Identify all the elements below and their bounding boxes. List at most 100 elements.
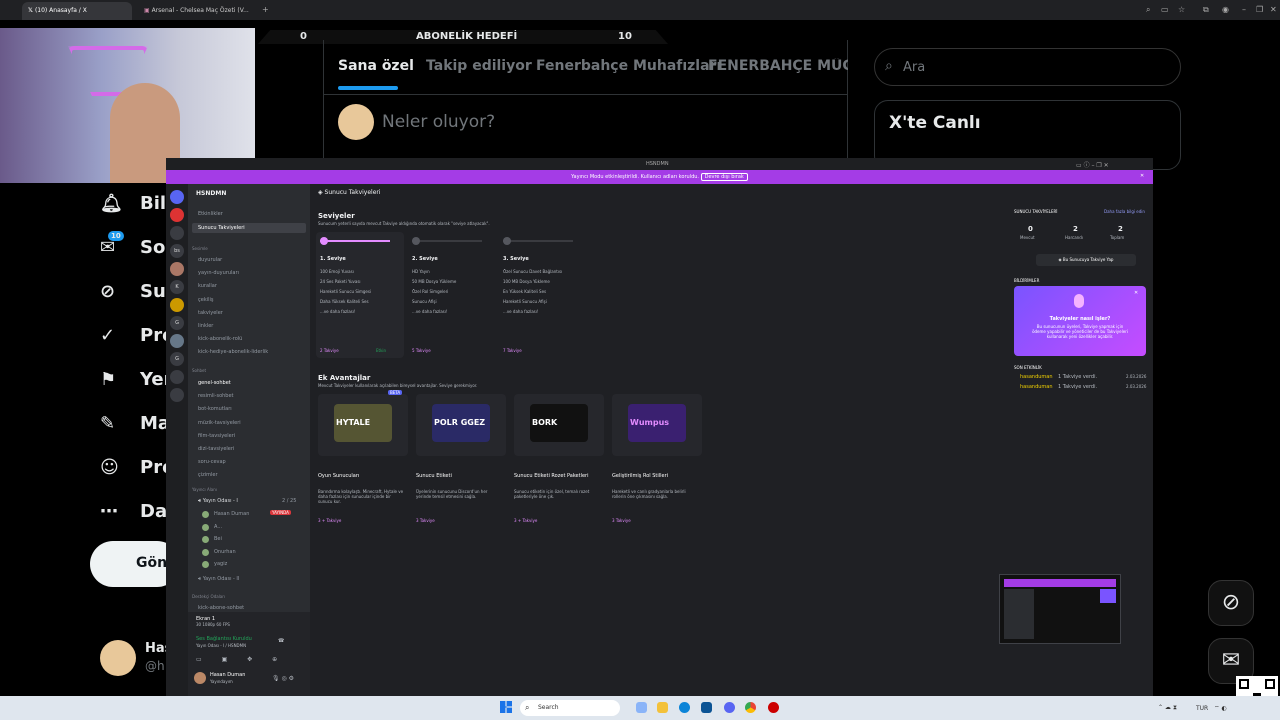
nav-notifications[interactable]: 🔔︎ Bild: [100, 193, 179, 214]
server-icon[interactable]: [170, 208, 184, 222]
learn-more-link[interactable]: Daha fazla bilgi edin: [1104, 209, 1145, 214]
channel-item[interactable]: kick-abonelik-rolü: [198, 336, 242, 342]
nav-premium[interactable]: ✓ Pre: [100, 325, 174, 346]
category-label[interactable]: Destekçi Odaları: [192, 594, 225, 599]
nav-bookmarks[interactable]: ⚑ Yer: [100, 369, 172, 390]
channel-item[interactable]: kurallar: [198, 283, 217, 289]
voice-user[interactable]: yagiz: [214, 561, 227, 567]
tab-for-you[interactable]: Sana özel: [338, 58, 414, 74]
channel-events[interactable]: Etkinlikler: [198, 211, 223, 217]
server-icon[interactable]: [170, 262, 184, 276]
voice-channel[interactable]: 🔊︎ Yayın Odası - II: [198, 576, 239, 582]
media-controls[interactable]: ▭ ▣ ✥ ⊕: [196, 656, 296, 663]
channel-item[interactable]: linkler: [198, 323, 213, 329]
tab-following[interactable]: Takip ediliyor: [426, 58, 532, 74]
voice-channel[interactable]: 🔊︎ Yayın Odası - I: [198, 498, 238, 504]
network-volume-icons[interactable]: ⌔ ◐: [1214, 704, 1227, 712]
taskbar-search[interactable]: ⌕ Search: [520, 700, 620, 716]
nav-articles[interactable]: ✎ Ma: [100, 413, 170, 434]
category-label[interactable]: Sesimle: [192, 246, 208, 251]
channel-item[interactable]: çizimler: [198, 472, 218, 478]
server-icon[interactable]: K: [170, 280, 184, 294]
channel-item[interactable]: dizi-tavsiyeleri: [198, 446, 234, 452]
channel-item[interactable]: takviyeler: [198, 310, 223, 316]
avatar[interactable]: [202, 561, 209, 568]
extra-card[interactable]: HYTALE BETA: [318, 390, 408, 456]
language-indicator[interactable]: TUR: [1196, 705, 1208, 712]
server-name[interactable]: HSNDMN: [196, 190, 226, 197]
store-icon[interactable]: [701, 702, 712, 713]
cast-icon[interactable]: ▭: [1161, 5, 1169, 14]
disconnect-icon[interactable]: ☎: [278, 638, 284, 644]
voice-user[interactable]: Bei: [214, 536, 222, 542]
minimize-icon[interactable]: –: [1242, 5, 1246, 14]
channel-item[interactable]: müzik-tavsiyeleri: [198, 420, 241, 426]
nav-more[interactable]: ⋯ Da: [100, 501, 167, 522]
avatar[interactable]: [202, 511, 209, 518]
tab-community-2[interactable]: FENERBAHÇE MÜCADE: [708, 58, 848, 74]
compose-input[interactable]: Neler oluyor?: [382, 112, 495, 132]
voice-user[interactable]: Onurhan: [214, 549, 236, 555]
server-icon[interactable]: bs: [170, 244, 184, 258]
mic-headset-settings-icons[interactable]: 🎙︎ ◎ ⚙: [272, 675, 294, 682]
extra-card[interactable]: Wumpus: [612, 394, 702, 456]
voice-user[interactable]: A...: [214, 524, 222, 530]
voice-user[interactable]: Hasan Duman: [214, 511, 249, 517]
search-input[interactable]: ⌕ Ara: [874, 48, 1181, 86]
copilot-icon[interactable]: [636, 702, 647, 713]
chrome-icon[interactable]: [745, 702, 756, 713]
avatar[interactable]: [202, 536, 209, 543]
server-icon[interactable]: [170, 334, 184, 348]
channel-item[interactable]: film-tavsiyeleri: [198, 433, 235, 439]
channel-item[interactable]: genel-sohbet: [198, 380, 231, 386]
system-tray-icons[interactable]: ⌃ ☁ ⧗: [1158, 704, 1177, 712]
channel-item[interactable]: resimli-sohbet: [198, 393, 234, 399]
extra-card[interactable]: BORK: [514, 394, 604, 456]
extra-card[interactable]: POLR GGEZ: [416, 394, 506, 456]
browser-tab-arsenal[interactable]: ▣ Arsenal - Chelsea Maç Özeti (V...: [138, 2, 253, 20]
server-icon[interactable]: [170, 388, 184, 402]
server-icon[interactable]: [170, 298, 184, 312]
edge-icon[interactable]: [679, 702, 690, 713]
category-label[interactable]: Yayıncı Alanı: [192, 487, 217, 492]
channel-item[interactable]: kick-abone-sohbet: [198, 605, 244, 611]
channel-server-boosts[interactable]: Sunucu Takviyeleri: [192, 223, 306, 233]
avatar[interactable]: [194, 672, 206, 684]
discord-icon[interactable]: [724, 702, 735, 713]
file-explorer-icon[interactable]: [657, 702, 668, 713]
boost-server-button[interactable]: ◈ Bu Sunucuya Takviye Yap: [1036, 254, 1136, 266]
grok-icon[interactable]: ⊘: [1208, 580, 1254, 626]
avatar[interactable]: [202, 523, 209, 531]
channel-item[interactable]: kick-hediye-abonelik-liderlik: [198, 349, 268, 355]
channel-item[interactable]: yayın-duyuruları: [198, 270, 239, 276]
close-icon[interactable]: ✕: [1134, 290, 1138, 296]
profile-icon[interactable]: ◉: [1222, 5, 1229, 14]
channel-item[interactable]: duyurular: [198, 257, 222, 263]
channel-item[interactable]: çekiliş: [198, 297, 214, 303]
avatar[interactable]: [202, 548, 209, 556]
server-icon[interactable]: [170, 370, 184, 384]
window-controls[interactable]: ▭ ⓘ – ❐ ✕: [1076, 160, 1109, 169]
extensions-icon[interactable]: ⧉: [1203, 5, 1209, 15]
nav-messages[interactable]: ✉ 10 Soh: [100, 231, 178, 258]
server-icon[interactable]: G: [170, 316, 184, 330]
nav-grok[interactable]: ⊘ Sup: [100, 281, 179, 302]
nav-profile[interactable]: ☺ Pro: [100, 457, 174, 478]
close-icon[interactable]: ✕: [1270, 5, 1277, 14]
category-label[interactable]: Sohbet: [192, 368, 206, 373]
channel-item[interactable]: bot-komutları: [198, 406, 232, 412]
star-icon[interactable]: ☆: [1178, 5, 1185, 14]
tab-community-1[interactable]: Fenerbahçe Muhafızları: [536, 58, 721, 74]
maximize-icon[interactable]: ❐: [1256, 5, 1263, 14]
server-icon[interactable]: [170, 226, 184, 240]
new-tab-button[interactable]: +: [262, 5, 269, 14]
avatar[interactable]: [100, 640, 136, 676]
close-icon[interactable]: ✕: [1140, 173, 1144, 179]
channel-item[interactable]: soru-cevap: [198, 459, 226, 465]
browser-tab-x[interactable]: 𝕏 (10) Anasayfa / X: [22, 2, 132, 20]
server-icon[interactable]: G: [170, 352, 184, 366]
search-icon[interactable]: ⌕: [1146, 5, 1150, 15]
server-icon[interactable]: [170, 190, 184, 204]
stream-preview-thumbnail[interactable]: [999, 574, 1121, 644]
disable-button[interactable]: Devre dışı bırak: [700, 173, 748, 181]
